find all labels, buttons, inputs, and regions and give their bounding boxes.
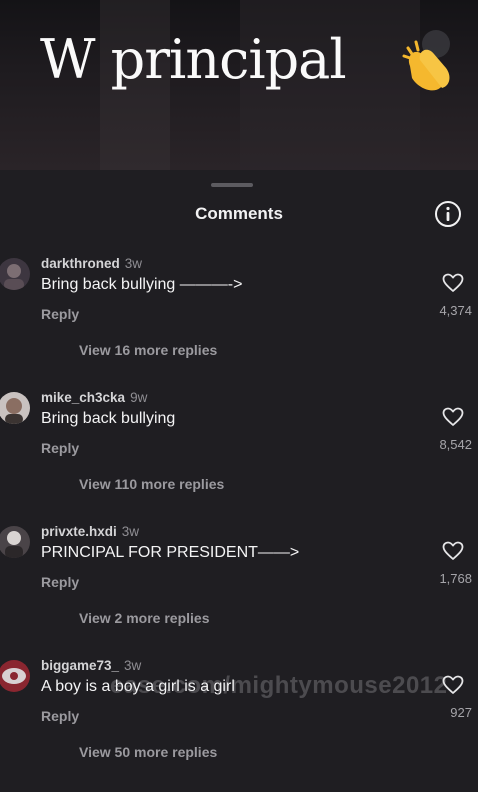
view-replies-button[interactable]: View 50 more replies bbox=[79, 744, 217, 760]
clapping-hands-icon bbox=[402, 30, 450, 91]
comment-text: PRINCIPAL FOR PRESIDENT——> bbox=[41, 544, 300, 561]
comments-title: Comments bbox=[195, 204, 283, 223]
like-count: 1,768 bbox=[439, 571, 472, 586]
reply-button[interactable]: Reply bbox=[41, 708, 79, 724]
comment-text: Bring back bullying bbox=[41, 410, 176, 427]
comment-item: mike_ch3cka 9w Bring back bullying Reply … bbox=[0, 390, 478, 524]
comment-age: 9w bbox=[130, 390, 148, 405]
like-count: 4,374 bbox=[439, 303, 472, 318]
avatar[interactable] bbox=[0, 526, 30, 558]
comment-username[interactable]: mike_ch3cka 9w bbox=[41, 390, 147, 405]
drag-handle[interactable] bbox=[211, 183, 253, 187]
heart-icon[interactable] bbox=[442, 675, 464, 695]
avatar[interactable] bbox=[0, 660, 30, 692]
view-replies-button[interactable]: View 2 more replies bbox=[79, 610, 209, 626]
comment-username[interactable]: privxte.hxdi 3w bbox=[41, 524, 139, 539]
comments-sheet: Comments darkthroned 3w Bring back bullyi… bbox=[0, 170, 478, 760]
reply-button[interactable]: Reply bbox=[41, 574, 79, 590]
comment-item: privxte.hxdi 3w PRINCIPAL FOR PRESIDENT——… bbox=[0, 524, 478, 658]
comment-age: 3w bbox=[124, 256, 143, 271]
video-caption: W principal bbox=[40, 28, 347, 91]
heart-icon[interactable] bbox=[442, 273, 464, 293]
comment-age: 3w bbox=[121, 524, 140, 539]
comment-text: Bring back bullying ———-> bbox=[41, 276, 243, 293]
like-count: 8,542 bbox=[439, 437, 472, 452]
view-replies-button[interactable]: View 110 more replies bbox=[79, 476, 224, 492]
comment-item: darkthroned 3w Bring back bullying ———-> … bbox=[0, 256, 478, 390]
comment-age: 3w bbox=[124, 658, 142, 673]
info-icon[interactable] bbox=[434, 200, 462, 228]
video-preview[interactable]: W principal bbox=[0, 0, 478, 170]
like-count: 927 bbox=[450, 705, 472, 720]
avatar[interactable] bbox=[0, 392, 30, 424]
avatar[interactable] bbox=[0, 258, 30, 290]
comment-username[interactable]: biggame73_ 3w bbox=[41, 658, 141, 673]
reply-button[interactable]: Reply bbox=[41, 306, 79, 322]
heart-icon[interactable] bbox=[442, 407, 464, 427]
reply-button[interactable]: Reply bbox=[41, 440, 79, 456]
view-replies-button[interactable]: View 16 more replies bbox=[79, 342, 217, 358]
comment-username[interactable]: darkthroned 3w bbox=[41, 256, 142, 271]
watermark-text: ease.com/mightymouse2012 bbox=[110, 672, 448, 699]
heart-icon[interactable] bbox=[442, 541, 464, 561]
